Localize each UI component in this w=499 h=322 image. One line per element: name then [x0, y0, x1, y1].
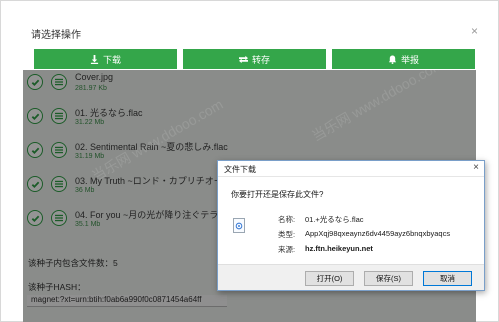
dialog-question: 你要打开还是保存此文件? — [231, 190, 324, 199]
file-type-icon — [233, 218, 245, 233]
report-button-label: 举报 — [400, 54, 419, 65]
from-label: 来源: — [278, 245, 296, 254]
download-button[interactable]: 下载 — [34, 49, 177, 69]
type-value: AppXqj98qxeaynz6dv4459ayz6bnqxbyaqcs — [305, 229, 451, 238]
download-icon — [90, 54, 99, 64]
open-button[interactable]: 打开(O) — [305, 271, 354, 286]
dialog-footer: 打开(O) 保存(S) 取消 — [218, 264, 484, 290]
transfer-button-label: 转存 — [251, 54, 270, 65]
dialog-titlebar[interactable]: 文件下载 × — [218, 161, 484, 177]
bell-icon — [388, 54, 397, 64]
type-label: 类型: — [278, 230, 296, 239]
download-button-label: 下载 — [102, 54, 121, 65]
action-bar: 下载 转存 举报 — [34, 49, 475, 69]
dialog-close-icon[interactable]: × — [473, 162, 479, 173]
name-value: 01.+光るなら.flac — [305, 215, 364, 224]
panel-title: 请选择操作 — [31, 30, 81, 41]
panel-close-icon[interactable]: × — [471, 25, 478, 37]
dialog-title: 文件下载 — [224, 165, 256, 174]
report-button[interactable]: 举报 — [332, 49, 475, 69]
cancel-button[interactable]: 取消 — [423, 271, 472, 286]
from-value: hz.ftn.heikeyun.net — [305, 244, 373, 253]
file-download-dialog: 文件下载 × 你要打开还是保存此文件? 名称: 01.+光るなら.flac 类型… — [217, 160, 485, 291]
save-button[interactable]: 保存(S) — [364, 271, 413, 286]
transfer-icon — [238, 55, 248, 63]
transfer-button[interactable]: 转存 — [183, 49, 326, 69]
operation-panel: 请选择操作 × 下载 转存 举报 Cover.jpg 281.97 Kb 01.… — [0, 0, 499, 322]
name-label: 名称: — [278, 215, 296, 224]
